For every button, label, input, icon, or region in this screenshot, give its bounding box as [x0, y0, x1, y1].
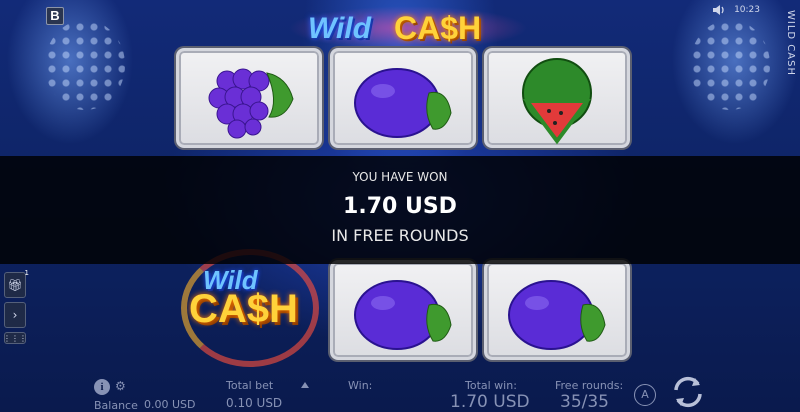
dots-grid-icon: ⋮⋮⋮	[3, 333, 27, 343]
free-rounds-value: 35/35	[560, 392, 609, 412]
left-toolbar: 🎁︎ 1 › ⋮⋮⋮	[3, 269, 29, 348]
gift-button[interactable]: 🎁︎ 1	[4, 269, 29, 298]
game-stage: B Wild CA$H 10:23 WILD CASH Wild CA$H YO…	[0, 0, 800, 412]
cash-symbol-text: CA$H	[189, 287, 298, 331]
clock-time: 10:23	[734, 5, 760, 15]
win-subtext: IN FREE ROUNDS	[331, 226, 469, 245]
balance-value: 0.00 USD	[144, 398, 196, 411]
bet-increase-icon[interactable]	[301, 382, 309, 388]
total-bet-value: 0.10 USD	[226, 396, 283, 410]
title-wild-text: Wild	[308, 12, 372, 45]
reel-cell-plum-bottom-1	[330, 260, 476, 360]
spin-button[interactable]	[668, 372, 708, 412]
plum-icon	[354, 68, 452, 138]
gift-icon: 🎁︎	[7, 278, 23, 292]
reel-cell-plum-top	[330, 48, 476, 148]
reel-cell-watermelon	[484, 48, 630, 148]
reel-cell-plum-bottom-2	[484, 260, 630, 360]
total-win-label: Total win:	[465, 379, 517, 392]
volume-icon[interactable]	[712, 4, 726, 16]
reel-cell-wild-cash: Wild CA$H	[176, 249, 322, 367]
game-title-logo: Wild CA$H	[288, 4, 528, 52]
balance-label: Balance	[94, 399, 138, 412]
gear-icon[interactable]: ⚙	[115, 379, 126, 393]
expand-button[interactable]: ›	[4, 302, 26, 328]
gift-badge: 1	[24, 269, 29, 277]
watermelon-icon	[522, 58, 592, 145]
side-game-name: WILD CASH	[785, 10, 796, 76]
brand-logo[interactable]: B	[46, 7, 64, 25]
plum-icon	[354, 280, 452, 350]
free-rounds-label: Free rounds:	[555, 379, 624, 392]
stage-spotlight-right	[690, 20, 770, 110]
stage-spotlight-left	[45, 20, 125, 110]
win-amount: 1.70 USD	[343, 194, 457, 219]
top-status-bar: 10:23	[712, 4, 760, 16]
win-heading: YOU HAVE WON	[352, 170, 448, 184]
bottom-bar: i ⚙ Balance 0.00 USD Total bet 0.10 USD …	[0, 370, 800, 412]
total-bet-label: Total bet	[226, 379, 274, 392]
title-cash-text: CA$H	[394, 10, 482, 46]
reel-cell-grapes	[176, 48, 322, 148]
autoplay-button[interactable]: A	[634, 384, 656, 406]
plum-icon	[508, 280, 606, 350]
win-banner[interactable]: YOU HAVE WON 1.70 USD IN FREE ROUNDS	[0, 156, 800, 264]
chevron-right-icon: ›	[12, 308, 18, 322]
grapes-icon	[208, 68, 294, 139]
menu-button[interactable]: ⋮⋮⋮	[3, 332, 27, 344]
total-win-value: 1.70 USD	[450, 392, 530, 412]
info-icon[interactable]: i	[94, 379, 110, 395]
win-label: Win:	[348, 379, 373, 392]
